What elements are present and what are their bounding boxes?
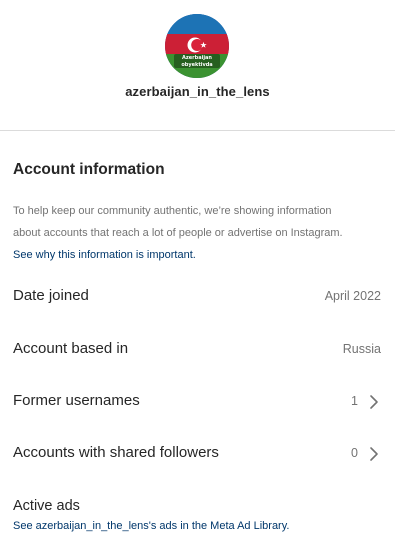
why-important-link[interactable]: why this information is important. xyxy=(36,249,196,261)
row-shared-followers[interactable]: Accounts with shared followers 0 xyxy=(0,434,395,474)
row-account-based-in: Account based in Russia xyxy=(0,330,395,370)
row-former-usernames[interactable]: Former usernames 1 xyxy=(0,382,395,422)
account-based-in-label: Account based in xyxy=(13,340,129,357)
avatar-caption: Azerbaijan obyektivda xyxy=(174,54,220,68)
description-prefix: See xyxy=(13,249,36,261)
profile-header: Azerbaijan obyektivda azerbaijan_in_the_… xyxy=(0,0,395,131)
shared-followers-count: 0 xyxy=(351,446,358,460)
former-usernames-count: 1 xyxy=(351,394,358,408)
shared-followers-label: Accounts with shared followers xyxy=(13,444,219,461)
active-ads-label: Active ads xyxy=(13,498,80,514)
section-title: Account information xyxy=(13,161,165,178)
date-joined-value: April 2022 xyxy=(324,289,381,303)
avatar[interactable]: Azerbaijan obyektivda xyxy=(165,14,229,78)
avatar-caption-line1: Azerbaijan xyxy=(182,55,212,61)
description-line3: See why this information is important. xyxy=(13,244,385,266)
section-description: To help keep our community authentic, we… xyxy=(13,200,385,266)
description-line1: To help keep our community authentic, we… xyxy=(13,205,332,217)
date-joined-label: Date joined xyxy=(13,287,89,304)
account-information-page: Azerbaijan obyektivda azerbaijan_in_the_… xyxy=(0,0,395,549)
row-date-joined: Date joined April 2022 xyxy=(0,277,395,317)
meta-ad-library-link[interactable]: See azerbaijan_in_the_lens's ads in the … xyxy=(13,520,289,532)
description-line2: about accounts that reach a lot of peopl… xyxy=(13,227,343,239)
avatar-caption-line2: obyektivda xyxy=(181,62,213,68)
account-based-in-value: Russia xyxy=(342,342,381,356)
former-usernames-label: Former usernames xyxy=(13,392,140,409)
chevron-right-icon[interactable] xyxy=(367,446,381,462)
chevron-right-icon[interactable] xyxy=(367,394,381,410)
username[interactable]: azerbaijan_in_the_lens xyxy=(0,84,395,99)
